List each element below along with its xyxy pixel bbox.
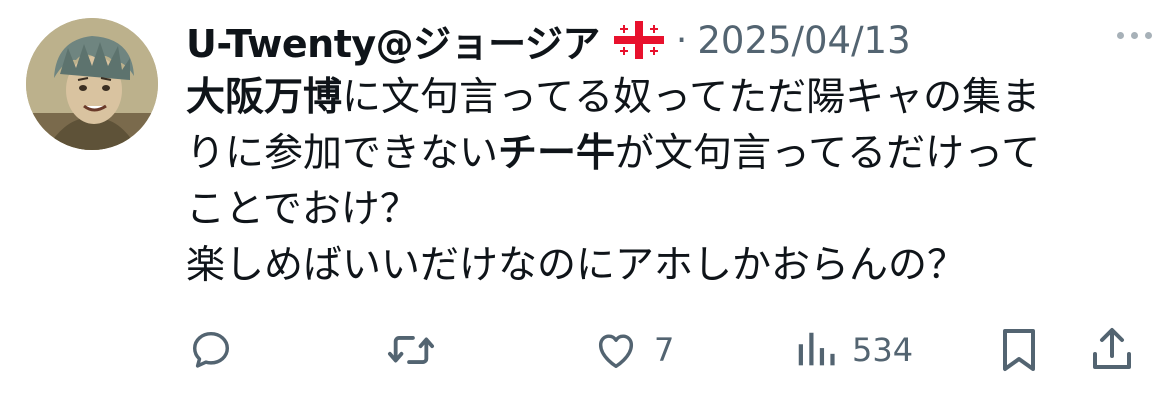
- heart-icon: [598, 334, 634, 369]
- avatar[interactable]: [26, 18, 158, 150]
- retweet-icon: [387, 336, 434, 364]
- header-separator: ·: [675, 19, 688, 61]
- action-bar: 7 534: [186, 322, 1146, 378]
- author-display-name[interactable]: U-Twenty@ジョージア: [186, 13, 600, 68]
- tweet-text-line-4: 楽しめばいいだけなのにアホしかおらんの？: [186, 243, 967, 288]
- like-button[interactable]: 7: [592, 322, 674, 378]
- tweet-text-line-1: 大阪万博に文句言ってる奴ってただ陽キャの集ま: [186, 75, 1041, 120]
- views-icon: [798, 332, 835, 366]
- tweet-header: U-Twenty@ジョージア · 2025/04/13: [186, 12, 911, 68]
- tweet-text: 大阪万博に文句言ってる奴ってただ陽キャの集ま りに参加できないチー牛が文句言って…: [186, 70, 1146, 294]
- georgia-flag-icon: [613, 21, 664, 59]
- avatar-image: [26, 18, 158, 150]
- tweet-text-line-2: りに参加できないチー牛が文句言ってるだけって: [186, 131, 1041, 176]
- views-button[interactable]: 534: [794, 322, 913, 378]
- views-count: 534: [852, 331, 914, 369]
- more-options-icon[interactable]: [1117, 32, 1152, 39]
- bookmark-button[interactable]: [998, 322, 1040, 378]
- tweet-date[interactable]: 2025/04/13: [697, 19, 910, 62]
- bold-text: チー牛: [498, 131, 616, 176]
- reply-icon: [192, 331, 230, 368]
- reply-button[interactable]: [188, 322, 234, 378]
- tweet[interactable]: U-Twenty@ジョージア · 2025/04/13 大阪万博に文句言ってる奴…: [0, 0, 1170, 405]
- retweet-button[interactable]: [386, 322, 436, 378]
- tweet-text-line-3: ことでおけ？: [186, 187, 419, 232]
- share-icon: [1093, 328, 1131, 369]
- hashtag-like-bold-text: 大阪万博: [186, 75, 343, 120]
- share-button[interactable]: [1090, 322, 1134, 378]
- like-count: 7: [654, 331, 675, 369]
- bookmark-icon: [1003, 329, 1035, 371]
